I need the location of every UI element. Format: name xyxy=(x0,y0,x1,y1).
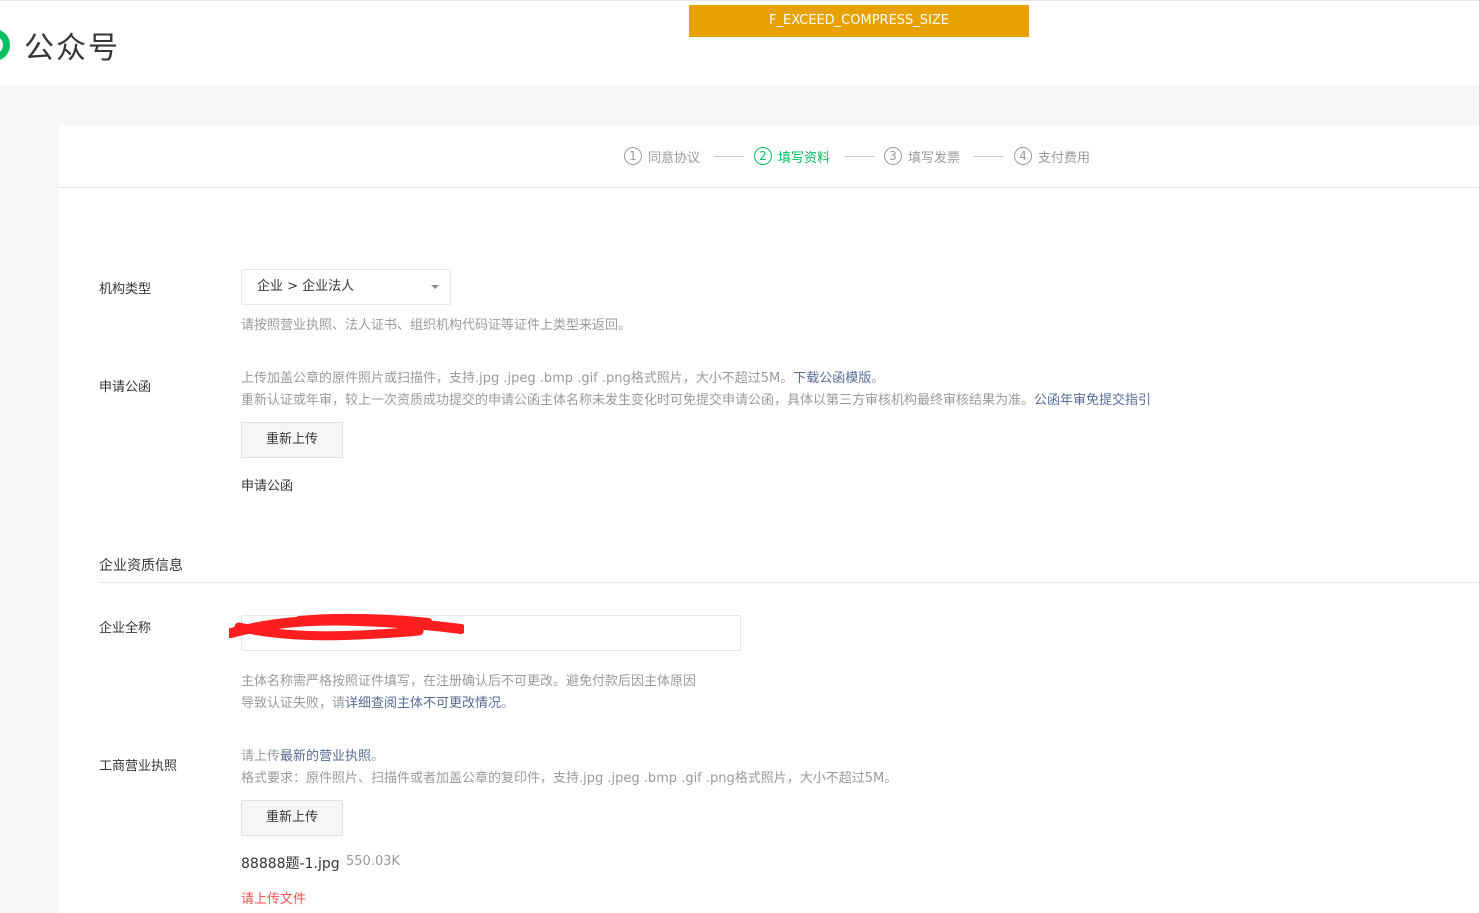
tip-text: 导致认证失败，请 xyxy=(241,696,346,711)
step-pay: 4 支付费用 xyxy=(1014,145,1090,167)
step-number: 3 xyxy=(884,147,902,165)
step-number: 4 xyxy=(1014,147,1032,165)
step-label: 同意协议 xyxy=(648,150,701,166)
tip-text: 重新认证或年审，较上一次资质成功提交的申请公函主体名称未发生变化时可免提交申请公… xyxy=(241,393,1035,408)
org-type-value: 企业 > 企业法人 xyxy=(257,279,355,294)
step-divider xyxy=(974,156,1004,157)
step-divider xyxy=(844,156,874,157)
reupload-license-button[interactable]: 重新上传 xyxy=(241,800,343,836)
application-letter-tip-1: 上传加盖公章的原件照片或扫描件，支持.jpg .jpeg .bmp .gif .… xyxy=(241,368,884,390)
error-banner: F_EXCEED_COMPRESS_SIZE xyxy=(689,5,1029,37)
top-header: 公众号 F_EXCEED_COMPRESS_SIZE xyxy=(0,0,1479,85)
step-number: 2 xyxy=(754,147,772,165)
logo[interactable]: 公众号 xyxy=(0,27,120,66)
license-tip-2: 格式要求：原件照片、扫描件或者加盖公章的复印件，支持.jpg .jpeg .bm… xyxy=(241,771,898,786)
step-number: 1 xyxy=(624,147,642,165)
license-file-size: 550.03K xyxy=(346,854,401,869)
org-type-label: 机构类型 xyxy=(99,282,152,297)
latest-license-link[interactable]: 最新的营业执照 xyxy=(280,749,371,764)
tip-text: 上传加盖公章的原件照片或扫描件，支持.jpg .jpeg .bmp .gif .… xyxy=(241,371,794,386)
section-title: 企业资质信息 xyxy=(99,558,183,574)
form-card: 1 同意协议 2 填写资料 3 填写发票 4 支付费用 机构类型 企业 > 企业… xyxy=(59,125,1479,913)
logo-text: 公众号 xyxy=(24,31,120,66)
section-divider xyxy=(99,582,1479,583)
tip-text: 。 xyxy=(871,371,885,386)
step-label: 填写发票 xyxy=(908,150,961,166)
logo-icon xyxy=(0,27,12,63)
chevron-down-icon xyxy=(431,285,439,289)
license-error-text: 请上传文件 xyxy=(241,892,307,907)
step-fill-info: 2 填写资料 xyxy=(754,145,830,167)
company-name-tip-2: 导致认证失败，请详细查阅主体不可更改情况。 xyxy=(241,693,514,715)
step-fill-invoice: 3 填写发票 xyxy=(884,145,960,167)
company-name-label: 企业全称 xyxy=(99,621,152,636)
letter-file-name: 申请公函 xyxy=(241,479,294,494)
annual-review-guide-link[interactable]: 公函年审免提交指引 xyxy=(1034,393,1151,408)
tip-text: 。 xyxy=(371,749,385,764)
org-type-tip: 请按照营业执照、法人证书、组织机构代码证等证件上类型来返回。 xyxy=(241,318,632,333)
step-agree: 1 同意协议 xyxy=(624,145,700,167)
license-tip-1: 请上传最新的营业执照。 xyxy=(241,746,384,768)
license-file-name: 88888题-1.jpg xyxy=(241,856,340,872)
license-label: 工商营业执照 xyxy=(99,759,178,774)
step-label: 支付费用 xyxy=(1038,150,1091,166)
step-divider xyxy=(714,156,744,157)
tip-text: 请上传 xyxy=(241,749,281,764)
org-type-select[interactable]: 企业 > 企业法人 xyxy=(241,269,451,305)
unchangeable-info-link[interactable]: 详细查阅主体不可更改情况 xyxy=(345,696,501,711)
step-label: 填写资料 xyxy=(778,150,831,166)
reupload-letter-button[interactable]: 重新上传 xyxy=(241,422,343,458)
step-indicator: 1 同意协议 2 填写资料 3 填写发票 4 支付费用 xyxy=(59,125,1479,188)
redaction-scribble xyxy=(229,613,464,641)
download-template-link[interactable]: 下载公函模版 xyxy=(793,371,871,386)
application-letter-label: 申请公函 xyxy=(99,380,152,395)
company-name-tip-1: 主体名称需严格按照证件填写，在注册确认后不可更改。避免付款后因主体原因 xyxy=(241,674,697,689)
application-letter-tip-2: 重新认证或年审，较上一次资质成功提交的申请公函主体名称未发生变化时可免提交申请公… xyxy=(241,390,1151,412)
tip-text: 。 xyxy=(501,696,515,711)
